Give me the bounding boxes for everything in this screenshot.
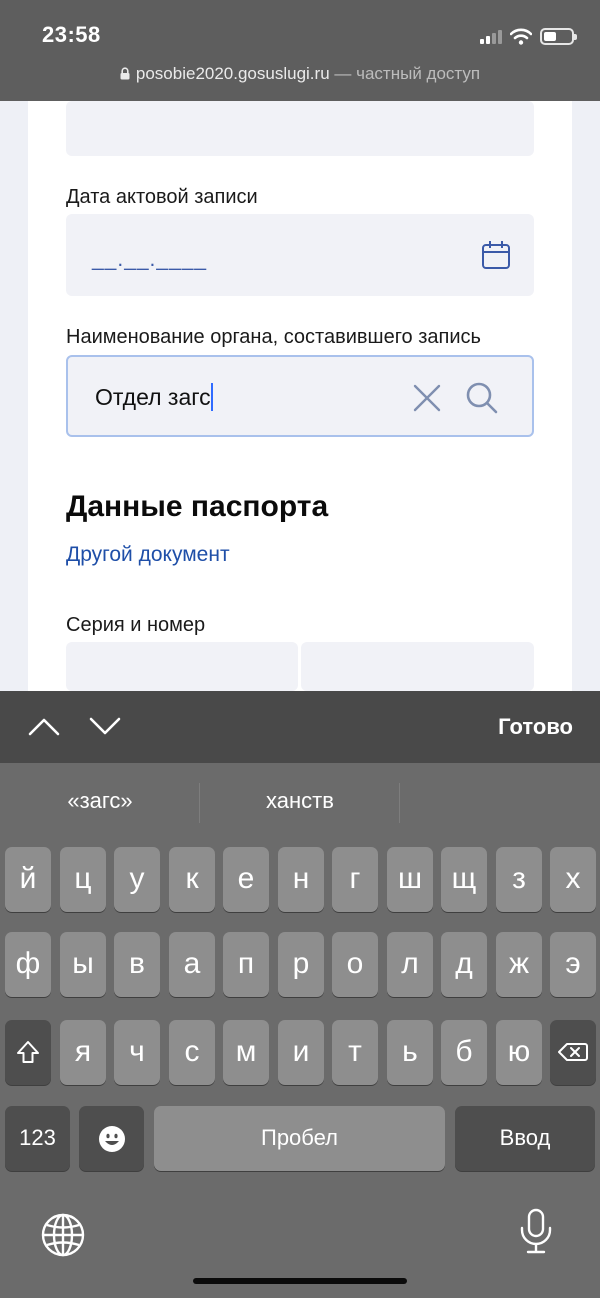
- key[interactable]: н: [278, 847, 324, 912]
- chevron-down-icon[interactable]: [89, 716, 121, 736]
- key[interactable]: у: [114, 847, 160, 912]
- key[interactable]: ю: [496, 1020, 542, 1085]
- key[interactable]: з: [496, 847, 542, 912]
- status-time: 23:58: [42, 22, 101, 47]
- key[interactable]: ц: [60, 847, 106, 912]
- organ-input-value: Отдел загс: [95, 383, 213, 411]
- key[interactable]: х: [550, 847, 596, 912]
- backspace-icon: [558, 1043, 588, 1061]
- other-document-link[interactable]: Другой документ: [66, 543, 230, 567]
- key[interactable]: ч: [114, 1020, 160, 1085]
- globe-icon[interactable]: [41, 1213, 85, 1257]
- key[interactable]: а: [169, 932, 215, 997]
- battery-icon: [540, 27, 577, 45]
- key[interactable]: с: [169, 1020, 215, 1085]
- status-icons: [480, 26, 577, 46]
- suggestion-2[interactable]: ханств: [200, 788, 400, 814]
- emoji-icon: [98, 1126, 125, 1152]
- key[interactable]: д: [441, 932, 487, 997]
- key[interactable]: о: [332, 932, 378, 997]
- done-button[interactable]: Готово: [498, 714, 573, 740]
- key[interactable]: щ: [441, 847, 487, 912]
- date-label: Дата актовой записи: [66, 186, 258, 208]
- key[interactable]: п: [223, 932, 269, 997]
- lock-icon: [120, 67, 130, 80]
- url-access-note: — частный доступ: [334, 64, 481, 83]
- key[interactable]: ь: [387, 1020, 433, 1085]
- key[interactable]: в: [114, 932, 160, 997]
- key[interactable]: к: [169, 847, 215, 912]
- clear-icon[interactable]: [412, 383, 442, 413]
- key[interactable]: т: [332, 1020, 378, 1085]
- key[interactable]: р: [278, 932, 324, 997]
- suggestion-1[interactable]: «загс»: [0, 788, 200, 814]
- key[interactable]: г: [332, 847, 378, 912]
- numbers-key[interactable]: 123: [5, 1106, 70, 1171]
- key[interactable]: и: [278, 1020, 324, 1085]
- series-label: Серия и номер: [66, 614, 206, 636]
- space-key[interactable]: Пробел: [154, 1106, 445, 1171]
- emoji-key[interactable]: [79, 1106, 144, 1171]
- shift-icon: [17, 1041, 39, 1063]
- wifi-icon: [510, 28, 532, 45]
- backspace-key[interactable]: [550, 1020, 596, 1085]
- key[interactable]: л: [387, 932, 433, 997]
- return-key[interactable]: Ввод: [455, 1106, 595, 1171]
- date-placeholder: __.__.____: [92, 248, 208, 271]
- number-field[interactable]: [301, 642, 534, 691]
- signal-icon: [480, 28, 502, 44]
- series-field[interactable]: [66, 642, 298, 691]
- key[interactable]: й: [5, 847, 51, 912]
- search-icon[interactable]: [465, 381, 499, 415]
- url-domain: posobie2020.gosuslugi.ru: [135, 64, 330, 83]
- suggestion-separator: [399, 783, 400, 823]
- chevron-up-icon[interactable]: [28, 716, 60, 736]
- key[interactable]: ф: [5, 932, 51, 997]
- microphone-icon[interactable]: [518, 1208, 554, 1256]
- home-indicator[interactable]: [193, 1278, 407, 1284]
- key[interactable]: ы: [60, 932, 106, 997]
- key[interactable]: е: [223, 847, 269, 912]
- organ-label: Наименование органа, составившего запись: [66, 326, 481, 348]
- key[interactable]: ж: [496, 932, 542, 997]
- previous-field[interactable]: [66, 101, 534, 156]
- key[interactable]: я: [60, 1020, 106, 1085]
- calendar-icon[interactable]: [481, 240, 511, 270]
- key[interactable]: ш: [387, 847, 433, 912]
- passport-section-title: Данные паспорта: [66, 490, 329, 523]
- organ-input[interactable]: Отдел загс: [66, 355, 534, 437]
- browser-top-bar: [0, 0, 600, 101]
- shift-key[interactable]: [5, 1020, 51, 1085]
- key[interactable]: м: [223, 1020, 269, 1085]
- address-bar[interactable]: posobie2020.gosuslugi.ru — частный досту…: [0, 64, 600, 84]
- key[interactable]: б: [441, 1020, 487, 1085]
- text-caret: [210, 383, 213, 411]
- key[interactable]: э: [550, 932, 596, 997]
